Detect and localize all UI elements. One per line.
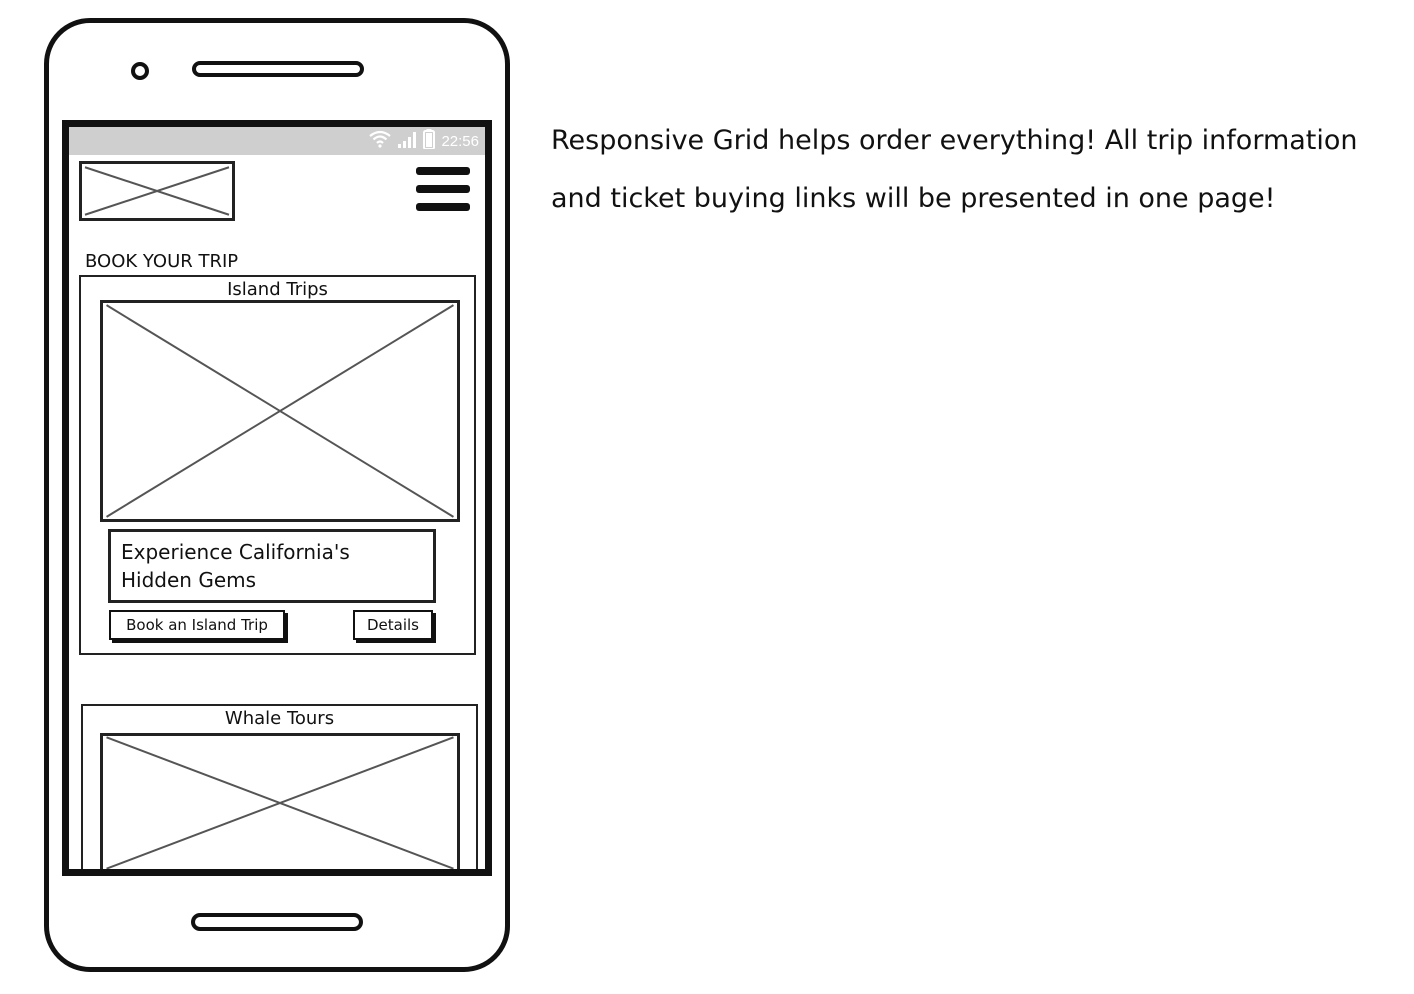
status-icons: 22:56 xyxy=(369,129,479,153)
battery-icon xyxy=(423,129,436,153)
menu-bar xyxy=(416,167,470,175)
image-placeholder-icon xyxy=(103,736,457,870)
book-island-trip-button[interactable]: Book an Island Trip xyxy=(109,610,285,640)
card-tagline: Experience California's Hidden Gems xyxy=(108,529,436,603)
trip-card-whale: Whale Tours xyxy=(81,704,478,870)
annotation-line: Responsive Grid helps order everything! … xyxy=(551,125,1358,156)
menu-bar xyxy=(416,185,470,193)
signal-icon xyxy=(397,130,417,152)
camera-icon xyxy=(131,62,149,80)
card-title: Whale Tours xyxy=(224,708,335,729)
hamburger-icon[interactable] xyxy=(416,167,472,215)
speaker-grille xyxy=(192,61,364,77)
annotation-line: and ticket buying links will be presente… xyxy=(551,183,1276,214)
wireframe-annotation: Responsive Grid helps order everything! … xyxy=(551,112,1401,228)
wifi-icon xyxy=(369,130,392,152)
image-placeholder-icon xyxy=(82,164,232,218)
island-image-placeholder xyxy=(100,300,460,522)
section-title: BOOK YOUR TRIP xyxy=(85,251,239,272)
trip-card-island: Island Trips Experience California's Hid… xyxy=(79,275,476,655)
phone-screen: 22:56 BOOK YOUR TRIP Island Trips Experi… xyxy=(62,120,492,876)
whale-image-placeholder xyxy=(100,733,460,870)
status-bar: 22:56 xyxy=(69,127,485,155)
details-button[interactable]: Details xyxy=(353,610,433,640)
menu-bar xyxy=(416,203,470,211)
logo-image-placeholder[interactable] xyxy=(79,161,235,221)
status-time: 22:56 xyxy=(441,132,479,150)
card-title: Island Trips xyxy=(227,279,328,300)
home-button[interactable] xyxy=(191,913,363,931)
image-placeholder-icon xyxy=(103,303,457,519)
